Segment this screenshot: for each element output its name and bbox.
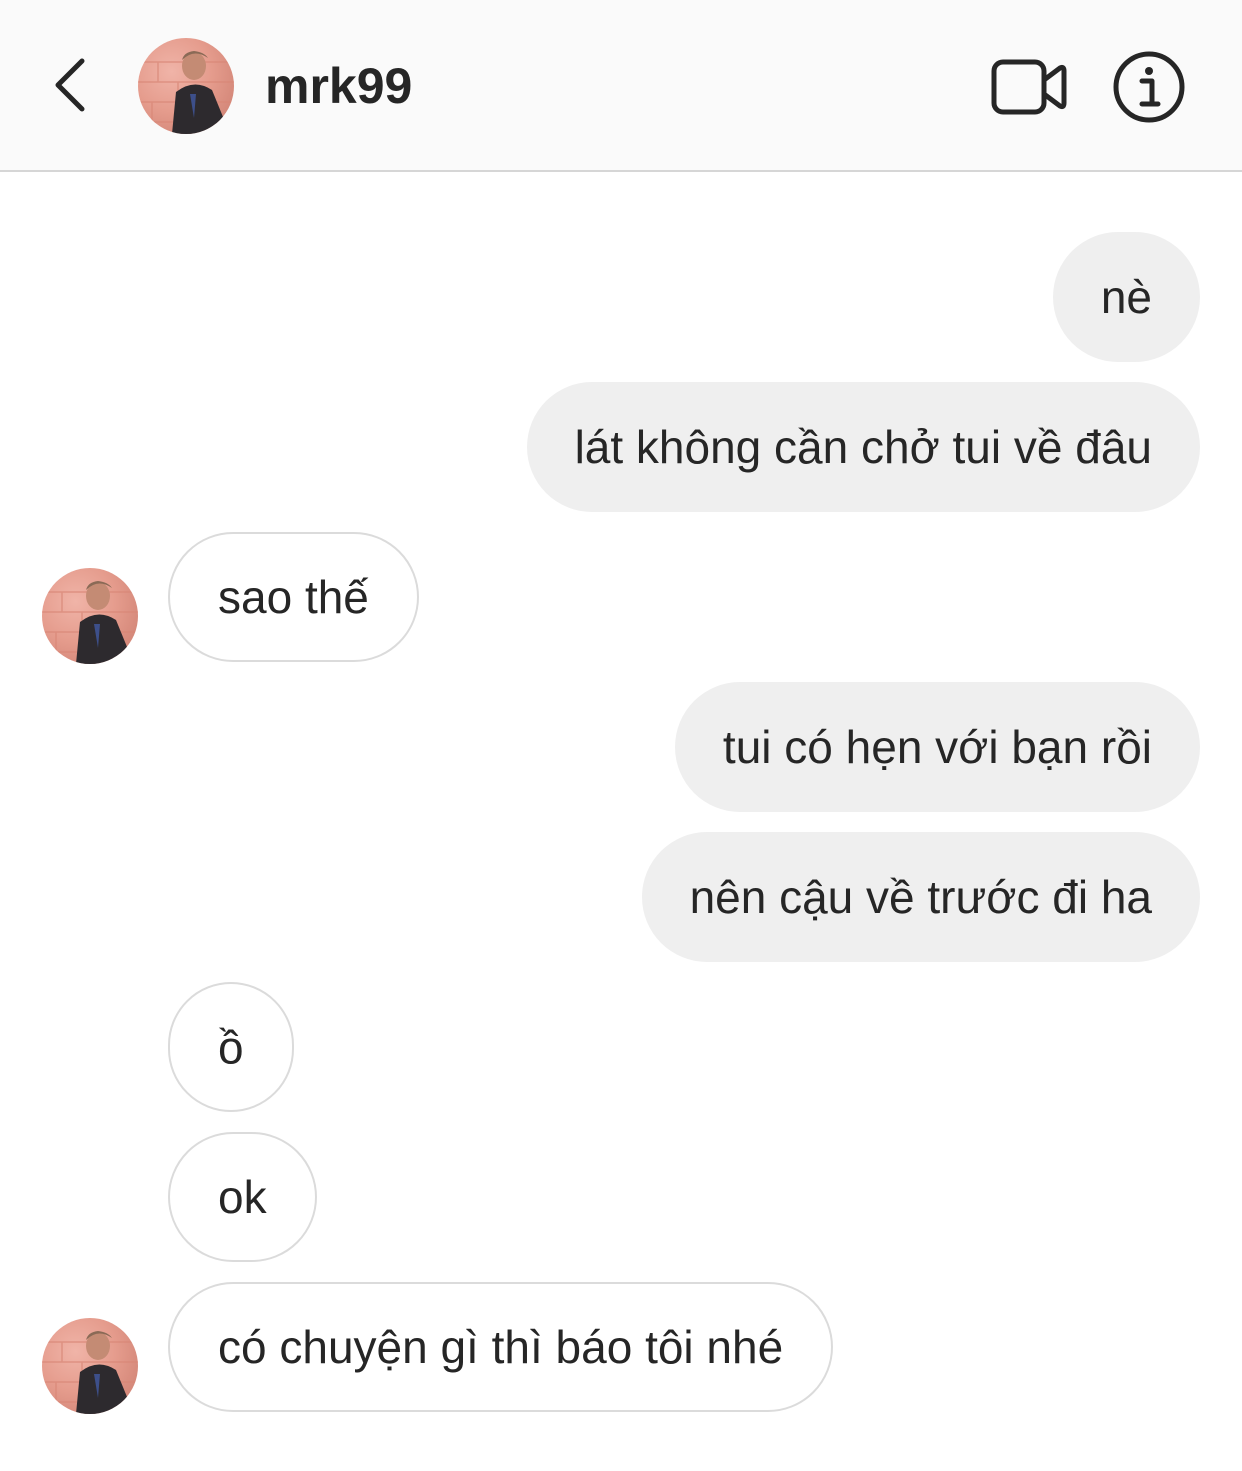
message-bubble-received[interactable]: ồ <box>168 982 294 1112</box>
sender-avatar[interactable] <box>42 1318 138 1414</box>
chat-header: mrk99 <box>0 0 1242 172</box>
info-button[interactable] <box>1112 50 1186 124</box>
message-bubble-sent[interactable]: nên cậu về trước đi ha <box>641 832 1200 962</box>
chevron-left-icon <box>55 58 85 112</box>
message-bubble-sent[interactable]: nè <box>1052 232 1200 362</box>
video-call-button[interactable] <box>990 58 1070 116</box>
info-icon <box>1113 51 1185 123</box>
message-bubble-sent[interactable]: lát không cần chở tui về đâu <box>526 382 1200 512</box>
back-button[interactable] <box>40 50 100 120</box>
message-bubble-received[interactable]: sao thế <box>168 532 419 662</box>
sender-avatar[interactable] <box>42 568 138 664</box>
header-avatar[interactable] <box>138 38 234 134</box>
chat-username[interactable]: mrk99 <box>265 58 412 114</box>
message-bubble-received[interactable]: có chuyện gì thì báo tôi nhé <box>168 1282 834 1412</box>
video-camera-icon <box>991 59 1067 115</box>
message-bubble-received[interactable]: ok <box>168 1132 317 1262</box>
message-bubble-sent[interactable]: tui có hẹn với bạn rồi <box>674 682 1200 812</box>
